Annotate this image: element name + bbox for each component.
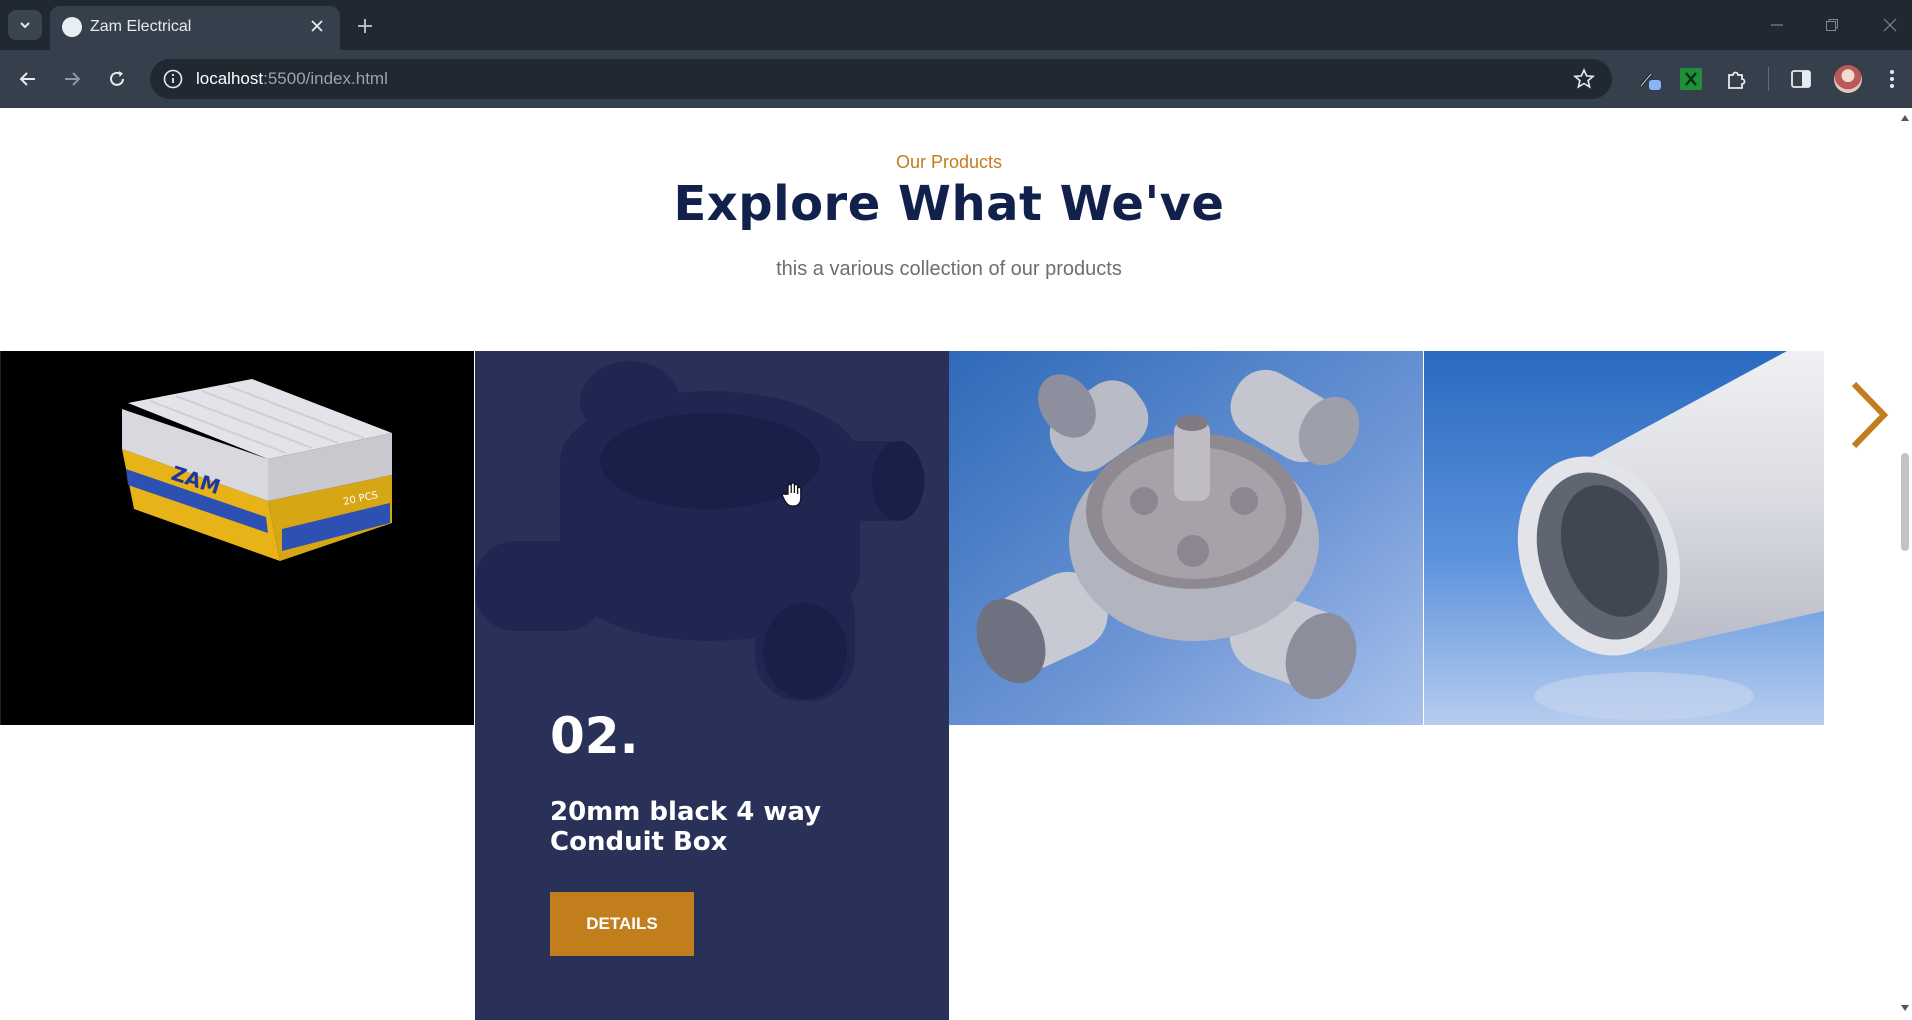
url-path: :5500/index.html (263, 69, 388, 88)
new-tab-button[interactable] (352, 13, 378, 39)
plus-icon (358, 19, 372, 33)
bookmark-star-icon[interactable] (1572, 67, 1596, 91)
forward-button[interactable] (56, 63, 88, 95)
product-title: 20mm black 4 way Conduit Box (550, 797, 822, 857)
scroll-up-arrow-icon[interactable] (1901, 114, 1909, 122)
product-card-3[interactable] (949, 351, 1423, 725)
scroll-down-arrow-icon[interactable] (1901, 1004, 1909, 1012)
section-subtitle: this a various collection of our product… (776, 258, 1122, 280)
tab-search-button[interactable] (8, 10, 42, 40)
details-button[interactable]: DETAILS (550, 892, 694, 956)
url-text: localhost:5500/index.html (196, 69, 388, 89)
url-host: localhost (196, 69, 264, 88)
browser-menu-icon[interactable] (1878, 65, 1906, 93)
minimize-button[interactable] (1763, 12, 1791, 38)
product-number: 02. (550, 707, 639, 765)
browser-toolbar: localhost:5500/index.html (0, 50, 1912, 108)
tab-title: Zam Electrical (90, 18, 192, 35)
white-conduit-pipe-image (1424, 351, 1824, 725)
restore-icon (1826, 19, 1838, 31)
product-card-2[interactable]: 02. 20mm black 4 way Conduit Box DETAILS (475, 351, 949, 1020)
tab-close-button[interactable] (306, 15, 328, 37)
black-4-way-conduit-box-image (475, 351, 949, 725)
toolbar-separator (1768, 67, 1769, 91)
scrollbar-thumb[interactable] (1901, 453, 1909, 551)
minimize-icon (1771, 24, 1783, 26)
site-favicon-icon (62, 17, 82, 37)
restore-button[interactable] (1818, 12, 1846, 38)
profile-avatar[interactable] (1834, 65, 1862, 93)
arrow-right-icon (65, 72, 81, 86)
address-bar[interactable]: localhost:5500/index.html (150, 59, 1612, 99)
page-scrollbar[interactable] (1898, 108, 1912, 1020)
close-icon (311, 20, 323, 32)
product-card-4[interactable] (1424, 351, 1824, 725)
arrow-left-icon (19, 72, 35, 86)
browser-tab[interactable]: Zam Electrical (50, 6, 340, 50)
grey-4-way-conduit-box-image (949, 351, 1423, 725)
extension-excel-icon[interactable] (1677, 65, 1705, 93)
product-card-2-image-wrap (475, 351, 949, 725)
product-card-1[interactable]: ZAM 20 PCS (0, 351, 474, 725)
reload-button[interactable] (101, 63, 133, 95)
extensions-puzzle-icon[interactable] (1722, 65, 1750, 93)
back-button[interactable] (12, 63, 44, 95)
extension-dropper-icon[interactable] (1636, 65, 1664, 93)
section-eyebrow: Our Products (895, 152, 1003, 172)
site-info-icon[interactable] (162, 68, 184, 90)
boxed-mounting-boxes-image: ZAM 20 PCS (0, 351, 474, 725)
section-title: Explore What We've (673, 176, 1225, 232)
page-viewport: Our Products Explore What We've this a v… (0, 108, 1912, 1020)
reload-icon (110, 71, 124, 86)
hand-cursor-icon (781, 482, 802, 507)
side-panel-icon[interactable] (1787, 65, 1815, 93)
chevron-right-icon[interactable] (1846, 380, 1890, 450)
close-icon (1883, 18, 1897, 32)
window-close-button[interactable] (1876, 12, 1904, 38)
chevron-down-icon (20, 22, 30, 29)
browser-tab-bar: Zam Electrical (0, 0, 1912, 50)
